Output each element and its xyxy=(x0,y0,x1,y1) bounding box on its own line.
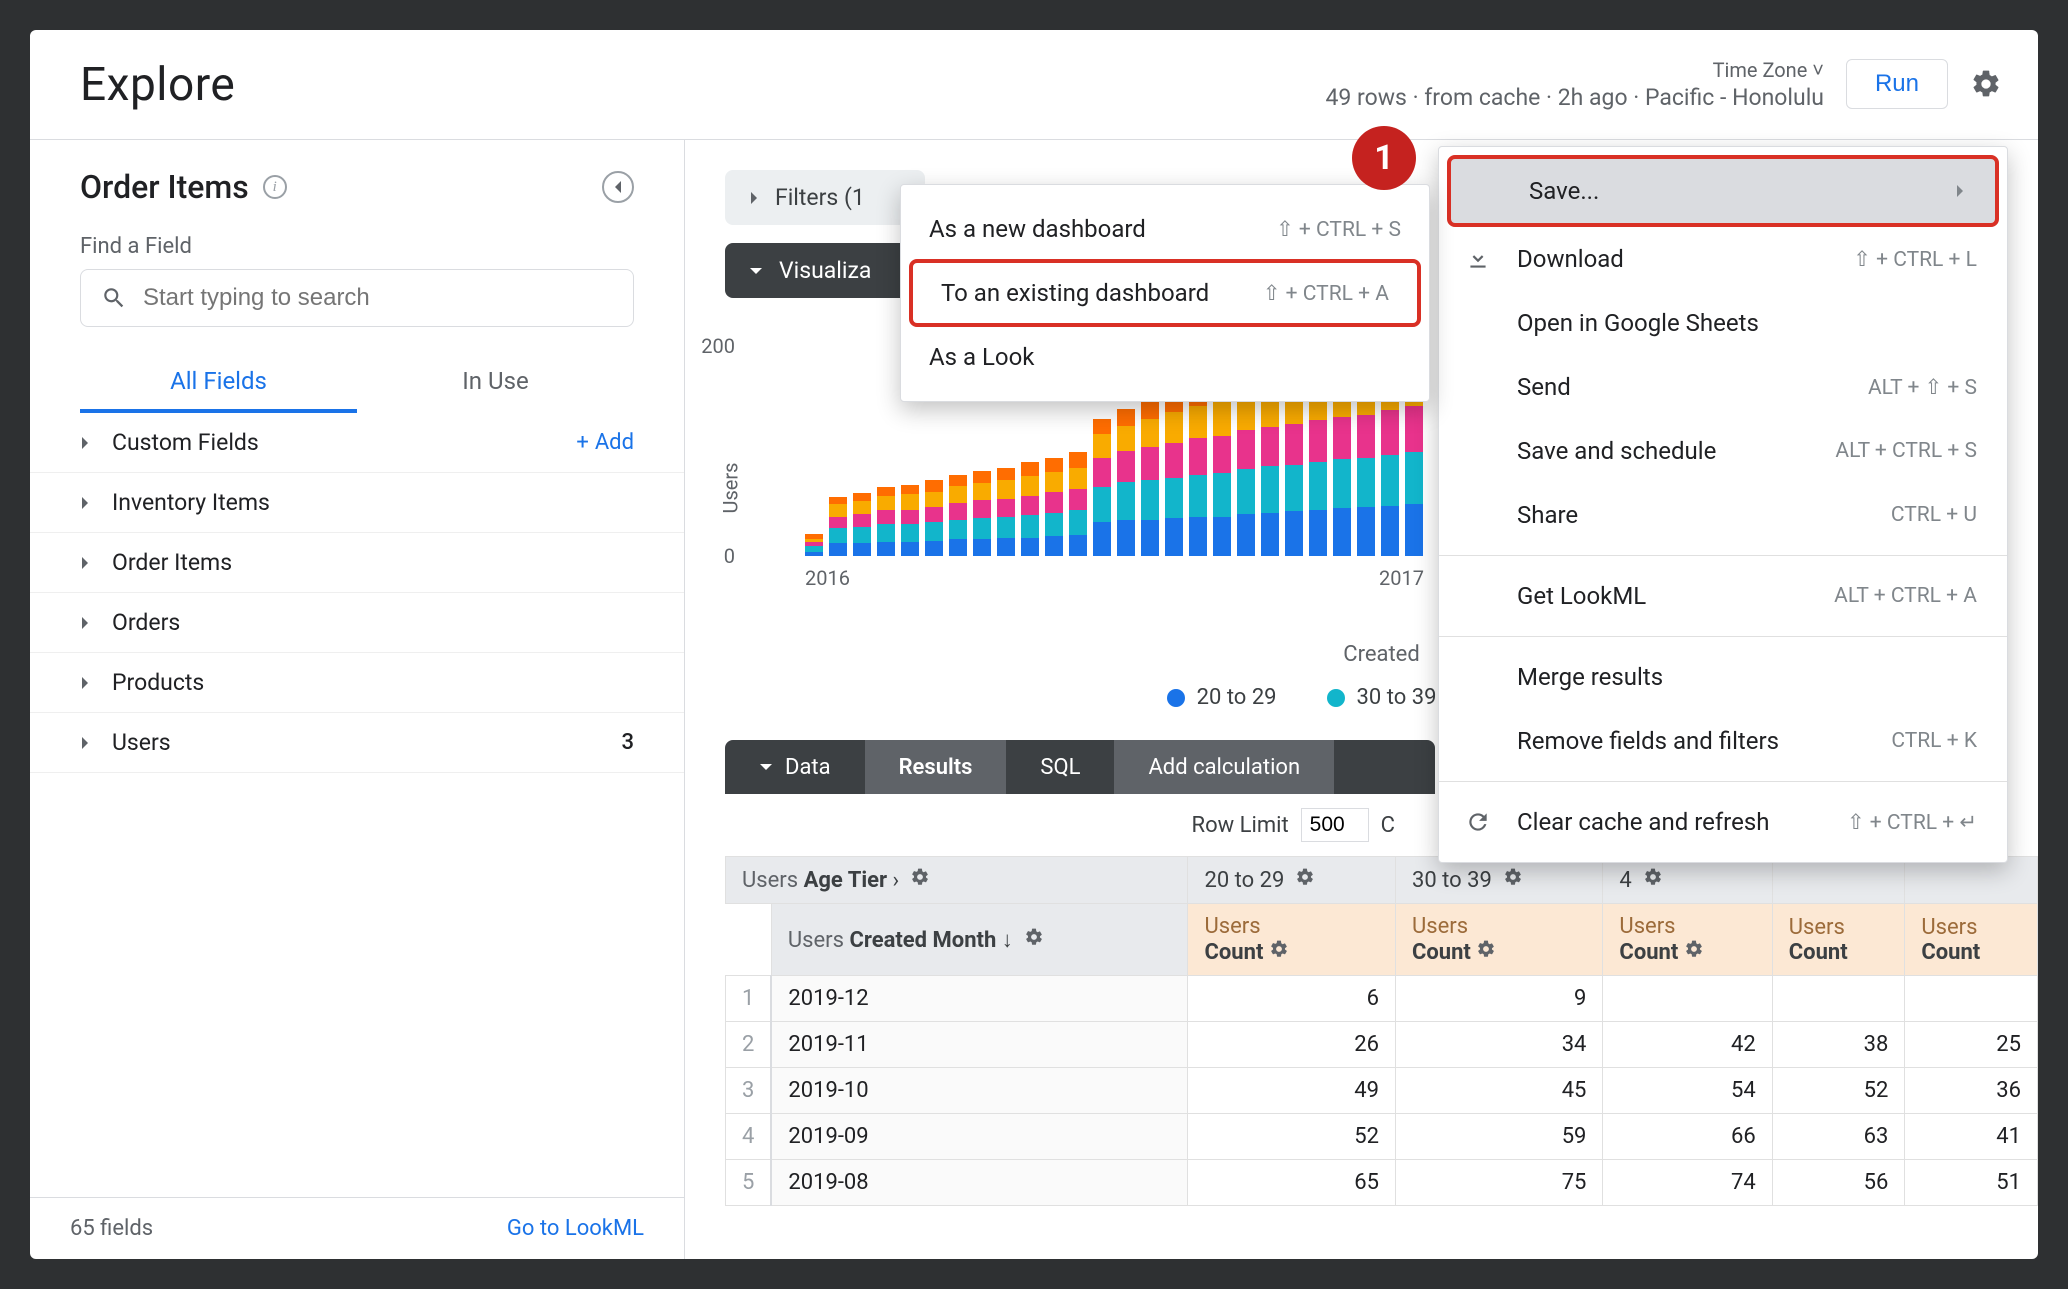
explore-title: Order Items i xyxy=(80,168,287,206)
menu-remove-fields[interactable]: Remove fields and filters CTRL + K xyxy=(1439,709,2007,773)
bar xyxy=(1069,452,1087,556)
bar xyxy=(997,468,1015,556)
tab-add-calculation[interactable]: Add calculation xyxy=(1114,740,1334,794)
search-input[interactable] xyxy=(143,284,613,312)
field-count: 65 fields xyxy=(70,1216,153,1241)
caret-right-icon xyxy=(80,556,90,570)
tab-data[interactable]: Data xyxy=(725,740,865,794)
collapse-sidebar-icon[interactable] xyxy=(602,171,634,203)
bar xyxy=(1213,381,1231,556)
tab-sql[interactable]: SQL xyxy=(1006,740,1114,794)
bar xyxy=(1165,394,1183,556)
caret-right-icon xyxy=(749,191,759,205)
menu-save-as-look[interactable]: As a Look xyxy=(901,327,1429,387)
bar xyxy=(1045,458,1063,556)
status-text: 49 rows · from cache · 2h ago · Pacific … xyxy=(1325,83,1823,113)
menu-save-new-dashboard[interactable]: As a new dashboard ⇧ + CTRL + S xyxy=(901,199,1429,259)
dimension-header[interactable]: Users Created Month ↓ xyxy=(771,904,1188,976)
menu-share[interactable]: Share CTRL + U xyxy=(1439,483,2007,547)
bar xyxy=(1189,387,1207,556)
bar xyxy=(1117,409,1135,556)
field-group[interactable]: Order Items xyxy=(30,533,684,593)
bar xyxy=(901,485,919,556)
field-group[interactable]: Users3 xyxy=(30,713,684,773)
bar xyxy=(1021,462,1039,556)
go-to-lookml-link[interactable]: Go to LookML xyxy=(507,1216,644,1241)
bar xyxy=(1093,419,1111,556)
legend-item: 20 to 29 xyxy=(1167,685,1277,710)
menu-send[interactable]: Send ALT + ⇧ + S xyxy=(1439,355,2007,419)
refresh-icon xyxy=(1465,808,1493,836)
annotation-step-1: 1 xyxy=(1352,126,1416,190)
gear-icon[interactable] xyxy=(1970,68,2002,100)
field-group[interactable]: Custom Fields+Add xyxy=(30,413,684,473)
data-table: Users Age Tier › 20 to 29 30 to 39 4 Use… xyxy=(725,856,2038,1206)
menu-save-schedule[interactable]: Save and schedule ALT + CTRL + S xyxy=(1439,419,2007,483)
table-row: 22019-112634423825 xyxy=(726,1022,2038,1068)
caret-down-icon xyxy=(749,266,763,276)
info-icon[interactable]: i xyxy=(263,175,287,199)
bar xyxy=(853,493,871,556)
caret-right-icon xyxy=(80,496,90,510)
search-wrap[interactable] xyxy=(80,269,634,327)
pivot-header[interactable]: Users Age Tier › xyxy=(726,857,1188,904)
caret-right-icon xyxy=(80,436,90,450)
caret-right-icon xyxy=(80,736,90,750)
bar xyxy=(829,497,847,556)
tab-in-use[interactable]: In Use xyxy=(357,367,634,413)
header: Explore Time Zone ˅ 49 rows · from cache… xyxy=(30,30,2038,140)
menu-save-existing-dashboard[interactable]: To an existing dashboard ⇧ + CTRL + A xyxy=(909,259,1421,327)
field-group[interactable]: Orders xyxy=(30,593,684,653)
field-list: Custom Fields+AddInventory ItemsOrder It… xyxy=(30,413,684,1197)
legend-item: 30 to 39 xyxy=(1327,685,1437,710)
bar xyxy=(877,487,895,556)
caret-right-icon xyxy=(80,616,90,630)
page-title: Explore xyxy=(80,58,235,112)
download-icon xyxy=(1465,245,1493,273)
tab-results[interactable]: Results xyxy=(865,740,1007,794)
chevron-right-icon xyxy=(1955,183,1965,199)
menu-clear-cache[interactable]: Clear cache and refresh ⇧ + CTRL + ↵ xyxy=(1439,790,2007,854)
find-label: Find a Field xyxy=(80,234,634,259)
tab-all-fields[interactable]: All Fields xyxy=(80,367,357,413)
table-row: 32019-104945545236 xyxy=(726,1068,2038,1114)
filters-panel-header[interactable]: Filters (1 xyxy=(725,170,925,225)
bar xyxy=(949,475,967,556)
caret-right-icon xyxy=(80,676,90,690)
menu-get-lookml[interactable]: Get LookML ALT + CTRL + A xyxy=(1439,564,2007,628)
run-button[interactable]: Run xyxy=(1846,59,1948,109)
menu-merge[interactable]: Merge results xyxy=(1439,645,2007,709)
bar xyxy=(973,471,991,556)
save-submenu: As a new dashboard ⇧ + CTRL + S To an ex… xyxy=(900,184,1430,402)
y-axis-label: Users xyxy=(719,463,743,514)
bar xyxy=(925,480,943,556)
table-controls: Row Limit C xyxy=(725,794,1435,856)
bar xyxy=(805,534,823,556)
bar xyxy=(1141,402,1159,556)
menu-save[interactable]: Save... xyxy=(1447,155,1999,227)
field-group[interactable]: Inventory Items xyxy=(30,473,684,533)
gear-menu: Save... Download ⇧ + CTRL + L Open in Go… xyxy=(1438,146,2008,863)
table-row: 52019-086575745651 xyxy=(726,1160,2038,1206)
table-row: 42019-095259666341 xyxy=(726,1114,2038,1160)
field-group[interactable]: Products xyxy=(30,653,684,713)
add-custom-field[interactable]: +Add xyxy=(576,430,634,455)
search-icon xyxy=(101,285,127,311)
timezone-toggle[interactable]: Time Zone ˅ xyxy=(1325,57,1823,83)
menu-open-sheets[interactable]: Open in Google Sheets xyxy=(1439,291,2007,355)
data-tabs: Data Results SQL Add calculation xyxy=(725,740,1435,794)
row-limit-input[interactable] xyxy=(1301,808,1369,842)
menu-download[interactable]: Download ⇧ + CTRL + L xyxy=(1439,227,2007,291)
table-row: 12019-1269 xyxy=(726,976,2038,1022)
status-block: Time Zone ˅ 49 rows · from cache · 2h ag… xyxy=(1325,57,1823,113)
row-limit-label: Row Limit xyxy=(1192,813,1289,838)
sidebar: Order Items i Find a Field All Fields In… xyxy=(30,140,685,1259)
